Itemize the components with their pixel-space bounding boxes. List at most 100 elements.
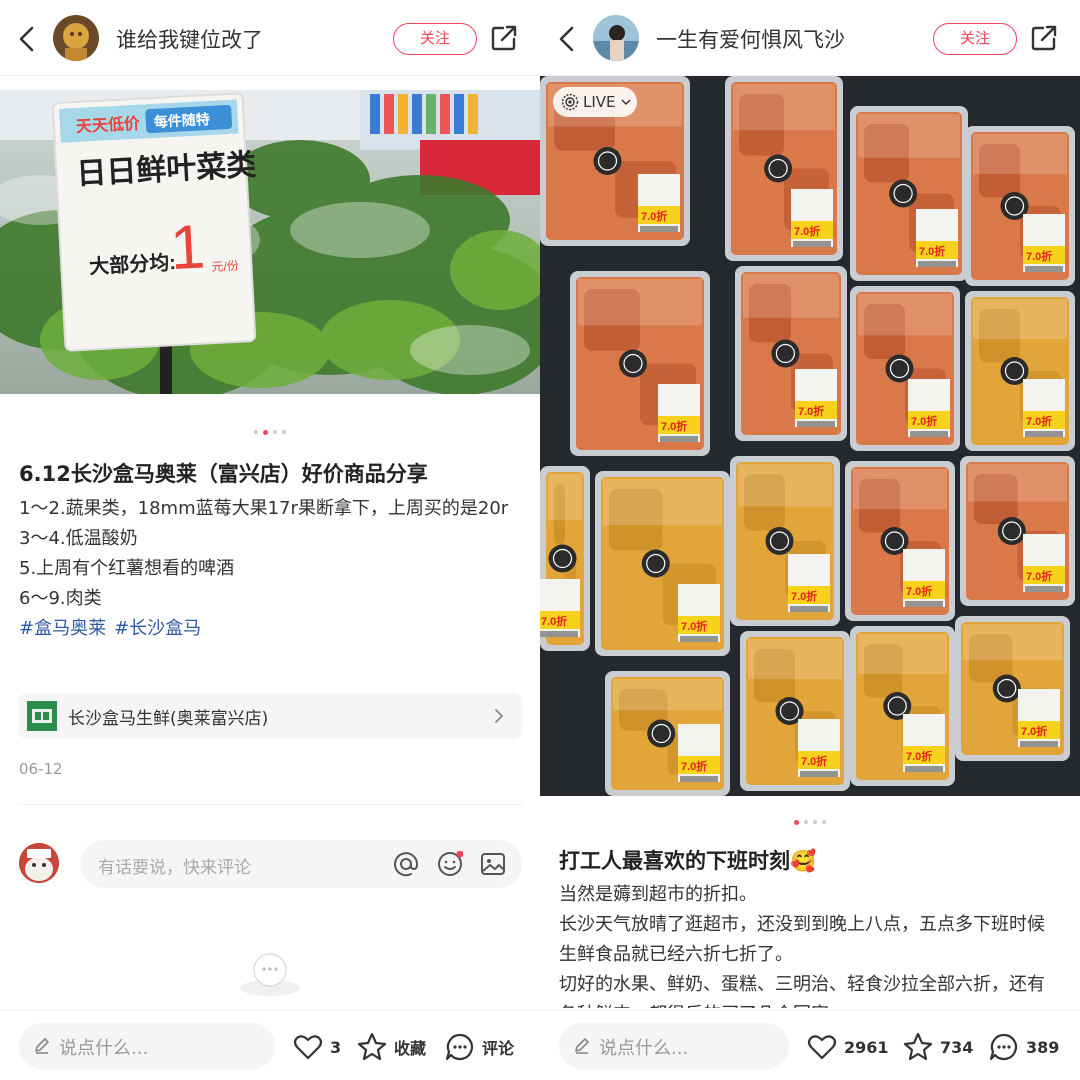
svg-text:7.0折: 7.0折 [681,619,707,633]
share-icon[interactable] [1030,24,1058,52]
svg-text:7.0折: 7.0折 [661,419,687,433]
back-icon[interactable] [552,22,582,56]
collect-label: 收藏 [394,1039,427,1058]
carousel-dot [273,430,277,434]
svg-text:7.0折: 7.0折 [798,404,824,418]
post-title: 打工人最喜欢的下班时刻🥰 [559,849,817,873]
sign-unit: 元/份 [211,259,239,274]
like-count: 3 [330,1037,342,1057]
carousel-indicator [780,818,840,826]
svg-text:7.0折: 7.0折 [801,754,827,768]
carousel-indicator [240,428,300,436]
carousel-dot [282,430,286,434]
body-line: 长沙天气放晴了逛超市，还没到到晚上八点，五点多下班时候生鲜食品就已经六折七折了。 [559,914,1045,965]
say-input[interactable]: 说点什么... [19,1023,275,1069]
follow-button[interactable]: 关注 [393,23,477,55]
location-card[interactable]: 长沙盒马生鲜(奥莱富兴店) [19,693,522,739]
bottom-action-bar: 说点什么... 2961 734 389 [540,1010,1080,1080]
back-icon[interactable] [12,22,42,56]
svg-text:7.0折: 7.0折 [794,224,820,238]
chevron-down-icon [621,99,631,106]
svg-text:7.0折: 7.0折 [1026,569,1052,583]
collect-button[interactable]: 734 [902,1031,973,1063]
carousel-dot [794,819,799,825]
hashtags: #盒马奥莱 #长沙盒马 [19,614,529,644]
live-photo-badge[interactable]: LIVE [553,87,637,117]
like-count: 2961 [844,1037,889,1057]
svg-text:7.0折: 7.0折 [641,209,667,223]
live-label: LIVE [583,93,616,111]
hashtag[interactable]: #长沙盒马 [114,618,201,639]
carousel-dot [263,429,268,435]
svg-text:7.0折: 7.0折 [791,589,817,603]
location-thumbnail [27,701,57,731]
carousel-dot [804,820,808,824]
divider [19,804,522,805]
svg-text:7.0折: 7.0折 [541,614,567,628]
at-icon[interactable] [393,851,419,877]
post-header: 一生有爱何惧风飞沙 关注 [540,0,1080,76]
body-line: 3～4.低温酸奶 [19,528,138,549]
comment-avatar [19,843,59,883]
body-line: 当然是薅到超市的折扣。 [559,884,757,905]
comment-icon [445,1033,474,1061]
body-line: 1～2.蔬果类，18mm蓝莓大果17r果断拿下，上周买的是20r [19,498,509,519]
left-post-panel: 谁给我键位改了 关注 天天低价 每件随特 日日鲜叶菜类 大部分均: 1 元/份 … [0,0,540,1080]
avatar[interactable] [53,15,99,61]
empty-comments-icon [240,953,300,996]
live-icon [561,93,579,111]
location-label: 长沙盒马生鲜(奥莱富兴店) [68,709,269,729]
say-placeholder: 说点什么... [59,1038,149,1059]
hashtag[interactable]: #盒马奥莱 [19,618,106,639]
post-photo-meat-trays[interactable]: 7.0折 7.0折 7.0折 7.0折 7.0折 7.0折 7.0折 7.0折 7.0折 7.0折… [540,76,1080,796]
image-icon[interactable] [480,851,506,877]
carousel-dot [813,820,817,824]
svg-text:7.0折: 7.0折 [1021,724,1047,738]
svg-text:7.0折: 7.0折 [919,244,945,258]
comment-icon [989,1033,1018,1061]
comment-button[interactable]: 评论 [444,1031,514,1063]
sign-banner-2: 每件随特 [153,111,210,130]
comment-count: 389 [1026,1037,1060,1057]
star-icon [903,1032,933,1061]
say-placeholder: 说点什么... [599,1038,689,1059]
svg-text:7.0折: 7.0折 [1026,414,1052,428]
body-line: 切好的水果、鲜奶、蛋糕、三明治、轻食沙拉全部六折，还有各种鲜肉，都很乐的买了几个… [559,974,1045,1008]
right-post-panel: 一生有爱何惧风飞沙 关注 7.0折 7.0折 7.0折 7.0折 7.0折 7.0折 7.0… [540,0,1080,1080]
post-title: 6.12长沙盒马奥莱（富兴店）好价商品分享 [19,462,428,486]
say-input[interactable]: 说点什么... [559,1023,789,1069]
comment-label: 评论 [482,1039,515,1058]
avatar[interactable] [593,15,639,61]
like-button[interactable]: 2961 [806,1031,889,1063]
heart-icon [293,1035,323,1060]
heart-icon [807,1035,837,1060]
post-date: 06-12 [19,760,63,778]
post-body: 1～2.蔬果类，18mm蓝莓大果17r果断拿下，上周买的是20r 3～4.低温酸… [19,494,529,644]
emoji-icon[interactable] [437,851,463,877]
body-line: 5.上周有个红薯想看的啤酒 [19,558,235,579]
bottom-action-bar: 说点什么... 3 收藏 评论 [0,1010,540,1080]
pencil-icon [35,1038,49,1054]
body-line: 6～9.肉类 [19,588,102,609]
svg-text:7.0折: 7.0折 [911,414,937,428]
comment-placeholder: 有话要说，快来评论 [98,858,251,878]
star-icon [357,1032,387,1061]
username[interactable]: 一生有爱何惧风飞沙 [656,24,845,54]
post-body: 当然是薅到超市的折扣。 长沙天气放晴了逛超市，还没到到晚上八点，五点多下班时候生… [559,880,1059,1008]
comment-input[interactable]: 有话要说，快来评论 [80,840,522,888]
svg-text:7.0折: 7.0折 [681,759,707,773]
svg-text:7.0折: 7.0折 [1026,249,1052,263]
share-icon[interactable] [490,24,518,52]
collect-count: 734 [940,1037,974,1057]
svg-text:7.0折: 7.0折 [906,749,932,763]
post-photo-vegetables[interactable]: 天天低价 每件随特 日日鲜叶菜类 大部分均: 1 元/份 [0,90,540,394]
like-button[interactable]: 3 [292,1031,341,1063]
pencil-icon [575,1038,589,1054]
username[interactable]: 谁给我键位改了 [116,24,263,54]
chevron-right-icon [495,709,503,723]
comment-button[interactable]: 389 [988,1031,1059,1063]
follow-button[interactable]: 关注 [933,23,1017,55]
svg-text:7.0折: 7.0折 [906,584,932,598]
carousel-dot [822,820,826,824]
collect-button[interactable]: 收藏 [356,1031,426,1063]
